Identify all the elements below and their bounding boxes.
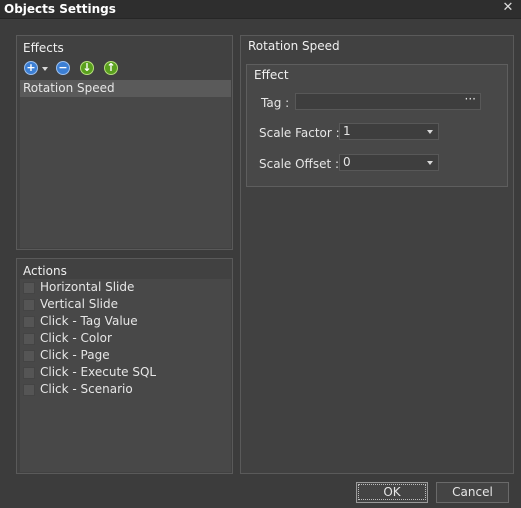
action-item[interactable]: Click - Tag Value	[20, 313, 231, 330]
scale-factor-label: Scale Factor :	[259, 126, 340, 140]
actions-header: Actions	[23, 264, 67, 278]
action-label: Vertical Slide	[40, 297, 119, 311]
action-checkbox[interactable]	[23, 316, 35, 328]
scale-offset-dropdown[interactable]: 0	[339, 154, 439, 171]
close-icon[interactable]: ✕	[501, 1, 515, 15]
effects-toolbar: + − ↓ ↑	[24, 61, 124, 77]
action-checkbox[interactable]	[23, 282, 35, 294]
action-item[interactable]: Click - Color	[20, 330, 231, 347]
action-item[interactable]: Click - Execute SQL	[20, 364, 231, 381]
remove-effect-icon[interactable]: −	[56, 61, 70, 75]
window-title: Objects Settings	[4, 2, 116, 16]
add-effect-icon[interactable]: +	[24, 61, 38, 75]
title-bar: Objects Settings ✕	[0, 0, 521, 19]
action-item[interactable]: Vertical Slide	[20, 296, 231, 313]
action-label: Click - Tag Value	[40, 314, 138, 328]
action-label: Click - Scenario	[40, 382, 133, 396]
action-label: Horizontal Slide	[40, 280, 135, 294]
action-label: Click - Execute SQL	[40, 365, 157, 379]
details-header: Rotation Speed	[248, 39, 340, 53]
effect-item-rotation-speed[interactable]: Rotation Speed	[20, 80, 231, 97]
tag-field[interactable]: ···	[295, 92, 481, 110]
action-item[interactable]: Click - Scenario	[20, 381, 231, 398]
action-checkbox[interactable]	[23, 299, 35, 311]
tag-browse-button[interactable]: ···	[465, 92, 476, 107]
ok-button[interactable]: OK	[356, 482, 428, 503]
scale-factor-dropdown[interactable]: 1	[339, 123, 439, 140]
move-down-icon[interactable]: ↓	[80, 61, 94, 75]
action-checkbox[interactable]	[23, 350, 35, 362]
action-item[interactable]: Click - Page	[20, 347, 231, 364]
action-checkbox[interactable]	[23, 384, 35, 396]
scale-offset-label: Scale Offset :	[259, 157, 340, 171]
effects-header: Effects	[23, 41, 64, 55]
action-checkbox[interactable]	[23, 367, 35, 379]
effect-group-header: Effect	[254, 68, 289, 82]
action-label: Click - Page	[40, 348, 110, 362]
move-up-icon[interactable]: ↑	[104, 61, 118, 75]
cancel-button[interactable]: Cancel	[436, 482, 509, 503]
action-item[interactable]: Horizontal Slide	[20, 279, 231, 296]
effects-list: Rotation Speed	[20, 80, 231, 248]
actions-list: Horizontal Slide Vertical Slide Click - …	[20, 279, 231, 472]
chevron-down-icon[interactable]	[42, 67, 48, 71]
action-label: Click - Color	[40, 331, 112, 345]
chevron-down-icon[interactable]	[427, 161, 433, 165]
tag-label: Tag :	[261, 96, 290, 110]
action-checkbox[interactable]	[23, 333, 35, 345]
chevron-down-icon[interactable]	[427, 130, 433, 134]
